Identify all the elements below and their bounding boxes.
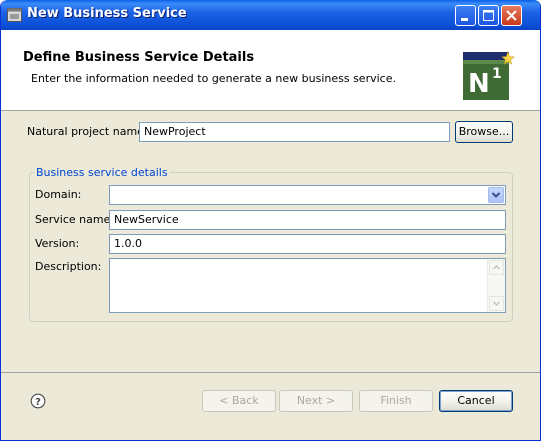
project-name-field[interactable]: NewProject xyxy=(139,122,450,142)
minimize-button[interactable] xyxy=(455,5,476,26)
wizard-header xyxy=(1,30,540,111)
domain-combo[interactable] xyxy=(109,185,506,205)
project-name-label: Natural project name: xyxy=(27,125,148,138)
page-description: Enter the information needed to generate… xyxy=(31,72,396,85)
chevron-down-icon xyxy=(491,192,501,198)
back-button[interactable]: < Back xyxy=(202,390,276,412)
description-scrollbar[interactable] xyxy=(487,259,505,312)
scroll-up-icon xyxy=(492,264,501,270)
dropdown-button[interactable] xyxy=(488,187,504,203)
domain-label: Domain: xyxy=(35,188,82,201)
help-icon[interactable]: ? xyxy=(30,393,46,409)
title-bar[interactable]: New Business Service xyxy=(1,0,540,30)
service-name-label: Service name: xyxy=(35,213,115,226)
version-label: Version: xyxy=(35,237,80,250)
logo-letter: N xyxy=(468,69,490,99)
maximize-button[interactable] xyxy=(478,5,499,26)
scroll-down-icon xyxy=(492,301,501,307)
browse-button[interactable]: Browse... xyxy=(455,121,513,143)
service-name-field[interactable]: NewService xyxy=(109,210,506,230)
page-title: Define Business Service Details xyxy=(23,50,255,65)
scroll-up-button[interactable] xyxy=(489,260,504,275)
natural-n1-logo: N 1 xyxy=(463,50,515,102)
group-title: Business service details xyxy=(34,166,170,179)
app-window-icon xyxy=(7,8,22,22)
dialog-window: New Business Service Define Business Ser… xyxy=(0,0,541,441)
close-icon xyxy=(506,10,517,21)
description-field[interactable] xyxy=(109,258,506,313)
svg-text:?: ? xyxy=(35,397,41,408)
next-button[interactable]: Next > xyxy=(279,390,353,412)
cancel-button[interactable]: Cancel xyxy=(439,390,513,412)
minimize-icon xyxy=(461,18,468,21)
scroll-down-button[interactable] xyxy=(489,296,504,311)
version-field[interactable]: 1.0.0 xyxy=(109,234,506,254)
maximize-icon xyxy=(483,10,494,21)
window-title: New Business Service xyxy=(27,6,187,21)
finish-button[interactable]: Finish xyxy=(359,390,433,412)
close-button[interactable] xyxy=(501,5,522,26)
description-label: Description: xyxy=(35,260,102,273)
logo-superscript: 1 xyxy=(492,66,502,82)
